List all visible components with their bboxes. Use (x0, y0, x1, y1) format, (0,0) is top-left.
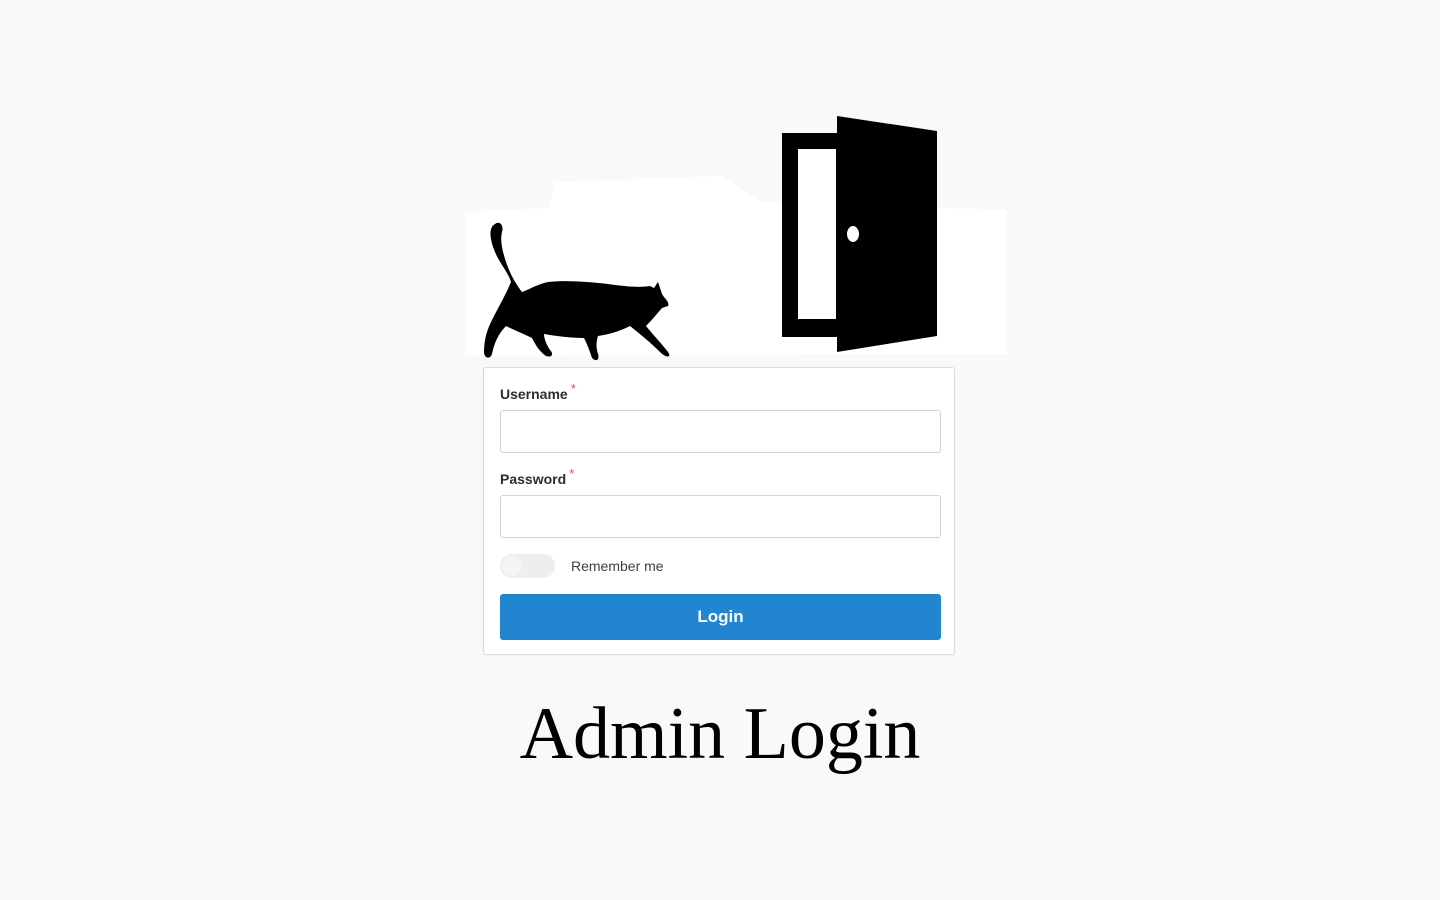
required-mark: * (569, 466, 575, 481)
required-mark: * (570, 381, 576, 396)
username-label-text: Username (500, 386, 568, 402)
login-page: Username * Password * Remember me Login Ad… (0, 0, 1440, 900)
remember-me-label[interactable]: Remember me (571, 558, 664, 574)
username-field[interactable] (500, 410, 941, 453)
password-label: Password * (500, 466, 574, 487)
toggle-knob (502, 556, 522, 576)
remember-me-row: Remember me (500, 554, 664, 578)
login-illustration (462, 112, 1010, 364)
open-door-icon (782, 116, 937, 352)
username-label: Username * (500, 381, 576, 402)
remember-me-toggle[interactable] (500, 554, 555, 578)
password-label-text: Password (500, 471, 567, 487)
password-field[interactable] (500, 495, 941, 538)
login-card: Username * Password * Remember me Login (483, 367, 955, 655)
login-button[interactable]: Login (500, 594, 941, 640)
page-title: Admin Login (519, 693, 921, 775)
